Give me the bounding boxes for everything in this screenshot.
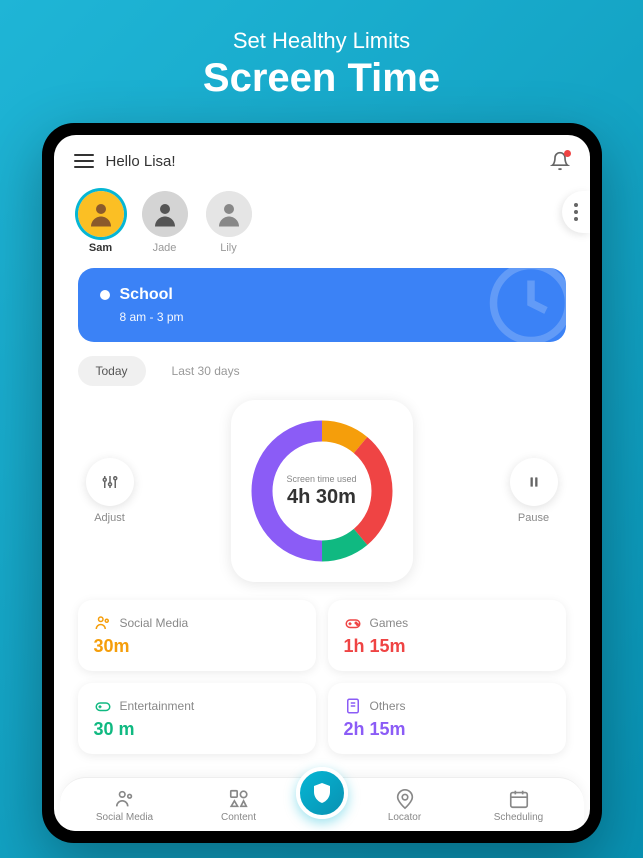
card-value: 1h 15m — [344, 636, 550, 657]
category-cards: Social Media 30m Games 1h 15m Entertainm… — [78, 600, 566, 754]
others-icon — [344, 697, 362, 715]
card-value: 30m — [94, 636, 300, 657]
more-button[interactable] — [562, 191, 590, 233]
nav-scheduling[interactable]: Scheduling — [462, 788, 576, 823]
nav-label: Content — [221, 812, 256, 823]
nav-locator[interactable]: Locator — [348, 788, 462, 823]
tab-last-30-days[interactable]: Last 30 days — [154, 356, 258, 386]
main-content: School 8 am - 3 pm Today Last 30 days Ad… — [54, 268, 590, 777]
card-entertainment[interactable]: Entertainment 30 m — [78, 683, 316, 754]
card-games[interactable]: Games 1h 15m — [328, 600, 566, 671]
profile-name: Lily — [220, 242, 237, 254]
promo-title: Screen Time — [0, 56, 643, 101]
tab-today[interactable]: Today — [78, 356, 146, 386]
profile-sam[interactable]: Sam — [78, 191, 124, 254]
social-icon — [114, 788, 136, 810]
bottom-nav: Social Media Content Locator Scheduling — [60, 777, 584, 831]
menu-icon[interactable] — [74, 154, 94, 168]
profile-jade[interactable]: Jade — [142, 191, 188, 254]
gauge-label: Screen time used — [286, 474, 356, 484]
app-screen: Hello Lisa! Sam Jade Lily — [54, 135, 590, 831]
profile-lily[interactable]: Lily — [206, 191, 252, 254]
card-title: Others — [370, 699, 406, 713]
sliders-icon — [101, 473, 119, 491]
pause-button[interactable]: Pause — [510, 458, 558, 524]
tablet-frame: Hello Lisa! Sam Jade Lily — [42, 123, 602, 843]
nav-label: Scheduling — [494, 812, 543, 823]
avatar — [206, 191, 252, 237]
card-title: Entertainment — [120, 699, 195, 713]
adjust-button[interactable]: Adjust — [86, 458, 134, 524]
entertainment-icon — [94, 697, 112, 715]
card-value: 30 m — [94, 719, 300, 740]
content-icon — [228, 788, 250, 810]
greeting-text: Hello Lisa! — [106, 153, 176, 170]
card-value: 2h 15m — [344, 719, 550, 740]
nav-social-media[interactable]: Social Media — [68, 788, 182, 823]
gauge-value: 4h 30m — [287, 486, 356, 509]
profile-name: Jade — [153, 242, 177, 254]
nav-label: Locator — [388, 812, 421, 823]
social-icon — [94, 614, 112, 632]
pause-label: Pause — [518, 512, 549, 524]
card-social-media[interactable]: Social Media 30m — [78, 600, 316, 671]
gauge-row: Adjust Screen time used 4h 30m — [78, 400, 566, 582]
pause-icon — [527, 475, 541, 489]
card-title: Games — [370, 616, 409, 630]
card-title: Social Media — [120, 616, 189, 630]
notification-bell-icon[interactable] — [550, 151, 570, 171]
more-icon — [574, 203, 578, 221]
shield-icon — [310, 781, 334, 805]
profile-name: Sam — [89, 242, 112, 254]
avatar — [78, 191, 124, 237]
avatar — [142, 191, 188, 237]
profile-selector: Sam Jade Lily — [54, 183, 590, 268]
locator-icon — [394, 788, 416, 810]
clock-bg-icon — [486, 268, 566, 342]
nav-shield-button[interactable] — [296, 767, 348, 819]
screen-time-gauge: Screen time used 4h 30m — [247, 416, 397, 566]
calendar-icon — [508, 788, 530, 810]
promo-subtitle: Set Healthy Limits — [0, 28, 643, 54]
status-card[interactable]: School 8 am - 3 pm — [78, 268, 566, 342]
status-time: 8 am - 3 pm — [120, 310, 544, 324]
adjust-label: Adjust — [94, 512, 125, 524]
period-tabs: Today Last 30 days — [78, 356, 566, 386]
notification-dot — [564, 150, 571, 157]
status-title: School — [120, 286, 173, 304]
top-bar: Hello Lisa! — [54, 135, 590, 183]
status-indicator — [100, 290, 110, 300]
nav-content[interactable]: Content — [182, 788, 296, 823]
gauge-card[interactable]: Screen time used 4h 30m — [231, 400, 413, 582]
card-others[interactable]: Others 2h 15m — [328, 683, 566, 754]
nav-label: Social Media — [96, 812, 153, 823]
games-icon — [344, 614, 362, 632]
